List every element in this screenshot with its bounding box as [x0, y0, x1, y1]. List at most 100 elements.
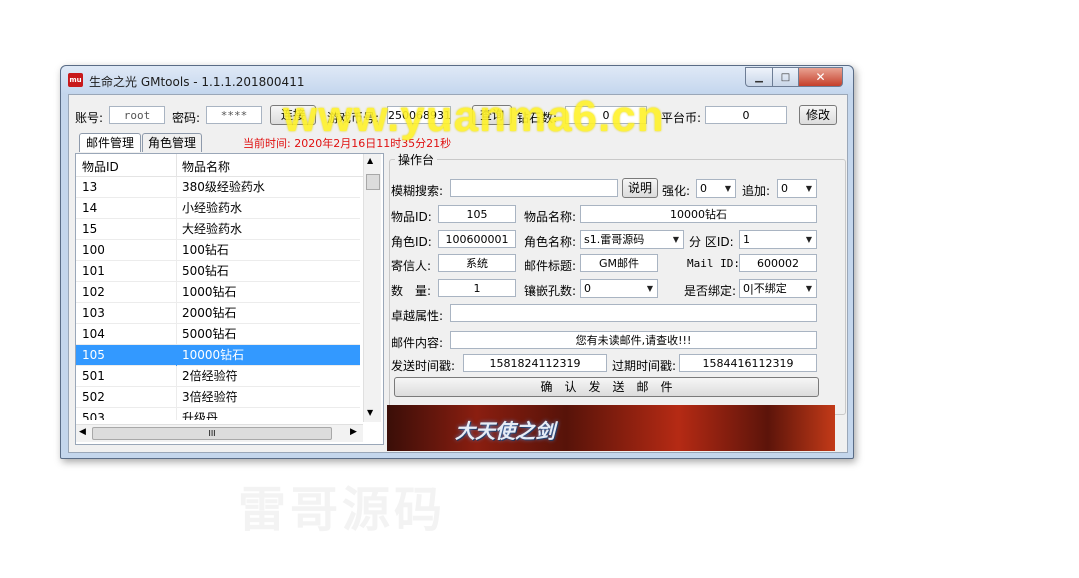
mail-content-label: 邮件内容: [391, 336, 444, 350]
sender-input[interactable]: 系统 [438, 254, 516, 272]
role-name-select[interactable]: s1.雷哥源码 ▼ [580, 230, 684, 249]
table-row[interactable]: 101 500钻石 [76, 261, 360, 282]
expire-time-input[interactable]: 1584416112319 [679, 354, 817, 372]
table-row[interactable]: 102 1000钻石 [76, 282, 360, 303]
item-id-cell: 503 [82, 411, 105, 420]
item-name-cell: 10000钻石 [182, 348, 245, 362]
item-id-cell: 13 [82, 180, 98, 194]
excellent-attr-label: 卓越属性: [391, 309, 444, 323]
send-time-label: 发送时间戳: [391, 359, 456, 373]
chevron-down-icon: ▼ [805, 184, 812, 193]
item-name-cell: 3倍经验符 [182, 390, 238, 404]
scroll-up-icon[interactable]: ▲ [367, 156, 373, 165]
bind-label: 是否绑定: [684, 284, 737, 298]
fuzzy-search-label: 模糊搜索: [391, 184, 444, 198]
socket-count-select[interactable]: 0 ▼ [580, 279, 658, 298]
zone-id-select[interactable]: 1 ▼ [739, 230, 817, 249]
expire-time-label: 过期时间戳: [612, 359, 677, 373]
scroll-left-icon[interactable]: ◀ [79, 427, 86, 437]
strengthen-label: 强化: [662, 184, 691, 198]
column-divider [176, 345, 177, 366]
role-id-label: 角色ID: [391, 235, 432, 249]
role-id-input[interactable]: 100600001 [438, 230, 516, 248]
item-name-cell: 大经验药水 [182, 222, 243, 236]
tab-mail-management[interactable]: 邮件管理 [79, 133, 141, 152]
item-name-input[interactable]: 10000钻石 [580, 205, 817, 223]
item-id-cell: 104 [82, 327, 105, 341]
game-banner: 大天使之剑 [387, 405, 835, 451]
column-divider [176, 324, 177, 345]
scroll-right-icon[interactable]: ▶ [350, 427, 357, 437]
table-row[interactable]: 14 小经验药水 [76, 198, 360, 219]
quantity-input[interactable]: 1 [438, 279, 516, 297]
item-id-cell: 102 [82, 285, 105, 299]
role-name-label: 角色名称: [524, 235, 577, 249]
client-area: 账号: root 密码: **** 连接 游戏币号: 250068931 查询 … [68, 94, 848, 453]
modify-button[interactable]: 修改 [799, 105, 837, 125]
column-divider [176, 219, 177, 240]
column-divider [176, 240, 177, 261]
platform-coin-label: 平台币: [661, 111, 702, 125]
item-id-cell: 502 [82, 390, 105, 404]
explain-button[interactable]: 说明 [622, 178, 658, 198]
fuzzy-search-input[interactable] [450, 179, 618, 197]
table-row[interactable]: 13 380级经验药水 [76, 177, 360, 198]
hscroll-thumb[interactable]: III [92, 427, 332, 440]
table-row[interactable]: 100 100钻石 [76, 240, 360, 261]
close-button[interactable]: ✕ [798, 67, 843, 87]
append-select[interactable]: 0 ▼ [777, 179, 817, 198]
strengthen-select[interactable]: 0 ▼ [696, 179, 736, 198]
vertical-scrollbar[interactable]: ▲ ▼ [363, 154, 381, 422]
table-row[interactable]: 104 5000钻石 [76, 324, 360, 345]
table-row[interactable]: 103 2000钻石 [76, 303, 360, 324]
maximize-button[interactable]: □ [772, 67, 799, 87]
chevron-down-icon: ▼ [805, 235, 812, 244]
minimize-icon: ▁ [755, 71, 763, 83]
table-row[interactable]: 503 升级丹 [76, 408, 360, 420]
column-divider [176, 282, 177, 303]
excellent-attr-input[interactable] [450, 304, 817, 322]
item-name-label: 物品名称: [524, 210, 577, 224]
item-name-cell: 380级经验药水 [182, 180, 265, 194]
item-name-cell: 小经验药水 [182, 201, 243, 215]
close-icon: ✕ [815, 70, 826, 84]
table-row[interactable]: 502 3倍经验符 [76, 387, 360, 408]
bind-select[interactable]: 0|不绑定 ▼ [739, 279, 817, 298]
sender-label: 寄信人: [391, 259, 432, 273]
socket-count-label: 镶嵌孔数: [524, 284, 577, 298]
item-name-cell: 100钻石 [182, 243, 229, 257]
item-id-cell: 100 [82, 243, 105, 257]
banner-logo-text: 大天使之剑 [455, 419, 555, 443]
password-label: 密码: [172, 111, 201, 125]
table-row[interactable]: 15 大经验药水 [76, 219, 360, 240]
account-input[interactable]: root [109, 106, 165, 124]
column-divider [176, 261, 177, 282]
item-name-cell: 2倍经验符 [182, 369, 238, 383]
account-label: 账号: [75, 111, 104, 125]
column-divider [176, 198, 177, 219]
send-time-input[interactable]: 1581824112319 [463, 354, 607, 372]
password-input[interactable]: **** [206, 106, 262, 124]
scroll-thumb[interactable] [366, 174, 380, 190]
item-id-label: 物品ID: [391, 210, 432, 224]
watermark-url: www.yuanma6.cn [283, 92, 665, 141]
column-divider [176, 408, 177, 420]
item-id-input[interactable]: 105 [438, 205, 516, 223]
chevron-down-icon: ▼ [646, 284, 653, 293]
append-label: 追加: [742, 184, 771, 198]
minimize-button[interactable]: ▁ [745, 67, 773, 87]
horizontal-scrollbar[interactable]: ◀ III ▶ [76, 424, 363, 442]
mail-content-input[interactable]: 您有未读邮件,请查收!!! [450, 331, 817, 349]
operation-panel-title: 操作台 [395, 151, 438, 168]
platform-coin-input[interactable]: 0 [705, 106, 787, 124]
mail-id-input[interactable]: 600002 [739, 254, 817, 272]
item-name-cell: 500钻石 [182, 264, 229, 278]
tab-role-management[interactable]: 角色管理 [142, 133, 202, 152]
mail-title-input[interactable]: GM邮件 [580, 254, 658, 272]
mail-title-label: 邮件标题: [524, 259, 577, 273]
table-row[interactable]: 105 10000钻石 [76, 345, 360, 366]
table-row[interactable]: 501 2倍经验符 [76, 366, 360, 387]
scroll-down-icon[interactable]: ▼ [367, 408, 373, 417]
confirm-send-mail-button[interactable]: 确 认 发 送 邮 件 [394, 377, 819, 397]
title-bar[interactable]: mu 生命之光 GMtools - 1.1.1.201800411 ▁ □ ✕ [61, 66, 853, 93]
